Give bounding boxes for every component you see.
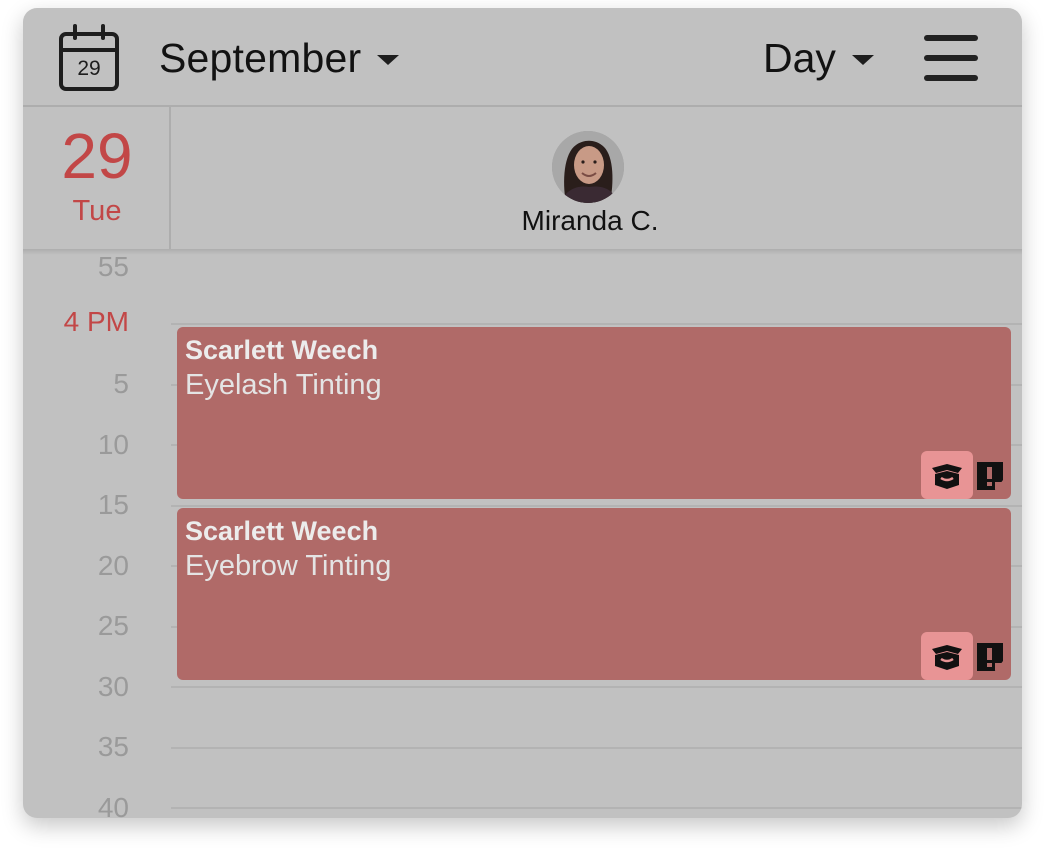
time-label: 55 [97,251,129,282]
time-label: 25 [97,610,129,641]
time-label: 15 [97,489,129,520]
alert-note-icon[interactable] [977,643,1003,671]
time-label: 20 [97,550,129,581]
appointment-service: Eyebrow Tinting [185,550,392,582]
avatar[interactable] [552,131,624,203]
time-grid: 55 4 PM 5 10 15 20 25 30 35 40 Scarlett … [23,249,1022,818]
grid-line [171,323,1022,325]
appointment-block[interactable]: Scarlett Weech Eyelash Tinting [177,327,1011,499]
appointment-client: Scarlett Weech [185,335,379,365]
grid-line [171,807,1022,809]
grid-line [171,747,1022,749]
caret-down-icon [377,55,400,65]
time-label: 35 [97,731,129,762]
product-box-icon[interactable] [921,632,973,680]
time-label: 40 [97,792,129,819]
time-label: 5 [113,368,129,399]
calendar-icon[interactable]: 29 [58,24,120,92]
month-selector[interactable]: September [159,32,400,84]
grid-line [171,505,1022,507]
appointment-block[interactable]: Scarlett Weech Eyebrow Tinting [177,508,1011,680]
day-header: 29 Tue [23,107,171,249]
calendar-card: 29 September Day 29 Tue Miranda C. 55 4 … [23,8,1022,818]
day-number: 29 [61,120,133,192]
calendar-icon-day: 29 [77,57,101,80]
time-label: 30 [97,671,129,702]
day-weekday: Tue [72,195,122,227]
month-label: September [159,34,362,81]
calendar-header: 29 September Day [23,8,1022,107]
alert-note-icon[interactable] [977,462,1003,490]
time-label: 10 [97,429,129,460]
staff-name: Miranda C. [521,205,659,236]
product-box-icon[interactable] [921,451,973,499]
view-label: Day [763,34,836,81]
grid-line [171,686,1022,688]
header-shadow [23,249,1022,255]
view-selector[interactable]: Day [763,32,874,84]
time-label-hour: 4 PM [63,306,129,337]
staff-column-header[interactable]: Miranda C. [171,107,1022,249]
hamburger-menu-icon[interactable] [924,35,978,81]
appointment-client: Scarlett Weech [185,516,379,546]
caret-down-icon [851,55,874,65]
appointment-service: Eyelash Tinting [185,369,382,401]
